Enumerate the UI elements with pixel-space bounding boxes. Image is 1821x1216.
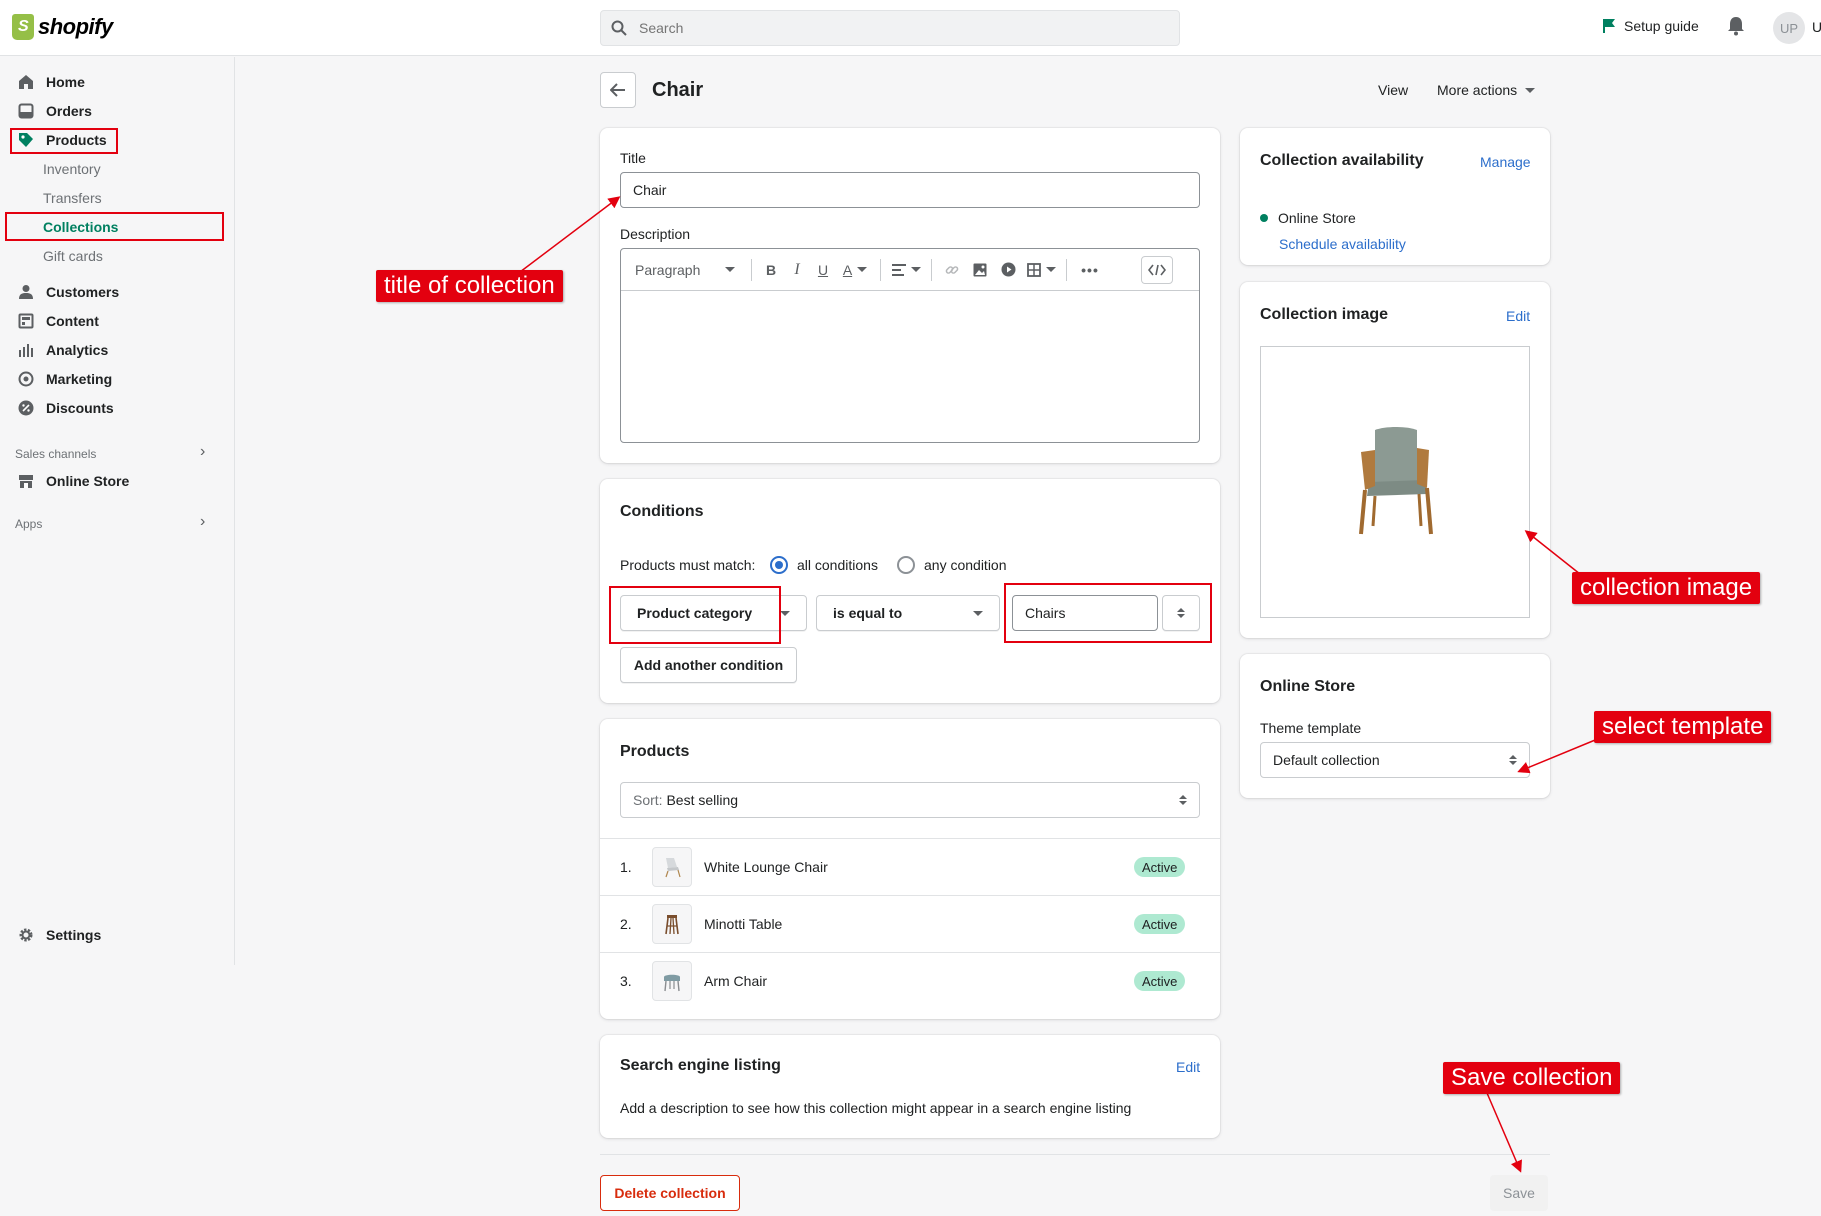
save-annotation-arrow xyxy=(1486,1092,1522,1173)
annotation-arrows xyxy=(519,196,1601,1173)
image-annotation-label: collection image xyxy=(1572,572,1761,604)
title-annotation-label: title of collection xyxy=(376,270,563,302)
title-annotation-arrow xyxy=(519,196,621,273)
template-annotation-label: select template xyxy=(1594,711,1772,743)
template-annotation-arrow xyxy=(1517,737,1601,774)
save-annotation-label: Save collection xyxy=(1443,1062,1621,1094)
